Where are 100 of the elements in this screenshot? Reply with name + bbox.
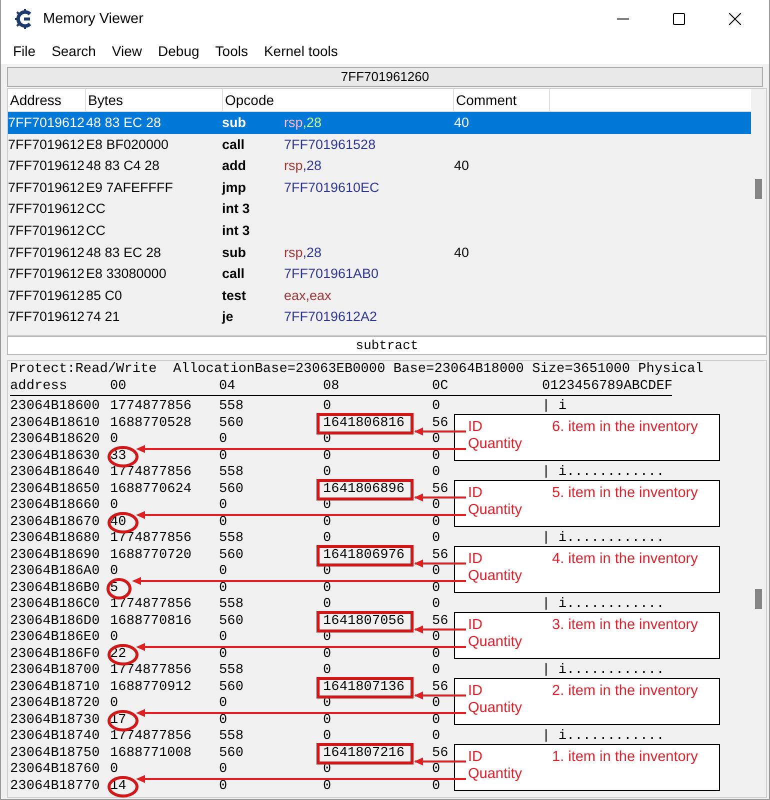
hex-value: 56 bbox=[432, 680, 448, 694]
hex-address: 23064B18650 bbox=[10, 482, 101, 498]
menu-item[interactable]: Kernel tools bbox=[256, 41, 346, 61]
hex-address: 23064B18610 bbox=[10, 416, 101, 432]
instruction-row[interactable]: 7FF7019612CC int 3 bbox=[8, 198, 751, 220]
hex-value: 0 bbox=[219, 646, 228, 662]
hex-address: 23064B186F0 bbox=[10, 646, 101, 663]
hex-value: 56 bbox=[432, 416, 448, 430]
bytes-cell-text: E9 7AFEFFFF bbox=[86, 178, 174, 197]
hex-value: 1774877856 bbox=[110, 399, 192, 414]
column-header[interactable]: Bytes bbox=[86, 89, 223, 111]
ascii-text: | i bbox=[542, 399, 568, 416]
bytes-cell-text: 85 C0 bbox=[86, 286, 124, 305]
hex-address: 23064B18630 bbox=[10, 448, 101, 465]
callout-title: 4. item in the inventory bbox=[552, 550, 699, 568]
hex-value: 0 bbox=[432, 712, 440, 728]
column-header[interactable]: Address bbox=[8, 89, 86, 111]
instruction-row[interactable]: 7FF701961274 21 je 7FF7019612A2 bbox=[8, 306, 751, 328]
ascii-text: | i............ bbox=[542, 465, 666, 482]
instruction-row[interactable]: 7FF701961248 83 EC 28 sub rsp,28 40 bbox=[8, 112, 751, 134]
column-header[interactable]: Comment bbox=[454, 89, 550, 111]
operand-cell: rsp,28 bbox=[284, 158, 322, 174]
hex-address: 23064B186E0 bbox=[10, 630, 101, 646]
instruction-row[interactable]: 7FF7019612 E8 BF020000 call 7FF701961528 bbox=[8, 134, 751, 156]
hex-address: 23064B18600 bbox=[10, 399, 101, 416]
menu-item[interactable]: File bbox=[5, 41, 44, 61]
id-label: ID bbox=[468, 418, 484, 436]
operand-cell: 7FF7019610EC bbox=[284, 180, 380, 195]
hex-value: 0 bbox=[110, 630, 118, 645]
address-cell-text: 7FF7019612 bbox=[8, 200, 86, 218]
opcode-cell-text: call bbox=[222, 136, 246, 154]
bytes-cell-text: 48 83 EC 28 bbox=[86, 114, 162, 132]
hex-address: 23064B186C0 bbox=[10, 597, 101, 614]
hex-value: 1774877856 bbox=[110, 465, 192, 480]
operand-cell: 7FF7019612A2 bbox=[284, 309, 378, 324]
hex-value: 0 bbox=[219, 448, 228, 464]
opcode-cell-text: sub bbox=[222, 114, 248, 132]
region-info: Protect:Read/Write AllocationBase=23063EB0000 Base=23064B18000 Size=3651000 Physical bbox=[10, 361, 704, 378]
hex-value: 1688771008 bbox=[110, 746, 192, 760]
hex-value: 0 bbox=[432, 663, 440, 678]
callout-title: 6. item in the inventory bbox=[552, 418, 699, 436]
hex-value: 1688770816 bbox=[110, 614, 192, 628]
hex-value: 1641807136 bbox=[323, 680, 405, 694]
maximize-icon[interactable] bbox=[673, 13, 685, 25]
hex-value: 0 bbox=[432, 498, 440, 513]
instruction-row[interactable]: 7FF7019612CC int 3 bbox=[8, 220, 751, 242]
hex-value: 1641806896 bbox=[323, 482, 405, 496]
instruction-row[interactable]: 7FF7019612 E8 33080000 call 7FF701961AB0 bbox=[8, 263, 751, 285]
hex-value: 0 bbox=[432, 465, 440, 480]
menu-item[interactable]: Tools bbox=[207, 41, 256, 61]
column-header[interactable]: Opcode bbox=[223, 89, 454, 111]
hex-value: 0 bbox=[110, 762, 118, 777]
bytes-cell-text: E8 33080000 bbox=[86, 265, 168, 284]
hex-address: 23064B186A0 bbox=[10, 564, 101, 580]
hex-address: 23064B18710 bbox=[10, 680, 101, 696]
hex-value: 0 bbox=[432, 696, 440, 711]
address-field[interactable]: 7FF701961260 bbox=[7, 67, 763, 87]
menu-item[interactable]: View bbox=[104, 41, 150, 61]
hex-value: 56 bbox=[432, 614, 448, 628]
opcode-cell-text: test bbox=[222, 286, 248, 305]
instruction-row[interactable]: 7FF701961248 83 EC 28 sub rsp,28 40 bbox=[8, 242, 751, 264]
hex-value: 560 bbox=[219, 416, 244, 430]
opcode-cell-text: int 3 bbox=[222, 200, 251, 218]
opcode-cell-text: call bbox=[222, 265, 246, 284]
quantity-label: Quantity bbox=[468, 568, 523, 584]
hex-value: 0 bbox=[323, 580, 332, 596]
menu-item[interactable]: Search bbox=[44, 41, 104, 61]
ascii-text: | i............ bbox=[542, 531, 666, 548]
hex-value: 0 bbox=[432, 778, 440, 794]
operand-cell: 7FF701961528 bbox=[284, 136, 376, 152]
hex-value: 560 bbox=[219, 614, 244, 628]
hex-value: 1641807216 bbox=[323, 746, 405, 760]
hex-value: 0 bbox=[219, 762, 228, 777]
ascii-text: | i............ bbox=[542, 729, 666, 746]
hex-value: 1774877856 bbox=[110, 597, 192, 612]
hex-address: 23064B18660 bbox=[10, 498, 101, 514]
hex-address: 23064B18730 bbox=[10, 712, 101, 729]
hex-value: 0 bbox=[323, 729, 332, 744]
comment-cell-text: 40 bbox=[454, 157, 470, 176]
close-icon[interactable] bbox=[729, 13, 741, 25]
quantity-label: Quantity bbox=[468, 766, 523, 782]
hex-value: 0 bbox=[219, 778, 228, 794]
instruction-row[interactable]: 7FF7019612 E9 7AFEFFFF jmp 7FF7019610EC bbox=[8, 176, 751, 198]
instruction-row[interactable]: 7FF701961285 C0 test eax,eax bbox=[8, 284, 751, 306]
hex-value: 1774877856 bbox=[110, 729, 192, 744]
id-label: ID bbox=[468, 682, 484, 700]
bytes-cell-text: 48 83 C4 28 bbox=[86, 157, 161, 176]
quantity-label: Quantity bbox=[468, 634, 523, 650]
hex-address: 23064B18720 bbox=[10, 696, 101, 712]
bytes-cell-text: CC bbox=[86, 200, 106, 218]
id-label: ID bbox=[468, 748, 484, 766]
hex-value: 560 bbox=[219, 746, 244, 760]
hex-value: 0 bbox=[432, 597, 440, 612]
operand-cell: rsp,28 bbox=[284, 115, 322, 130]
hex-value: 0 bbox=[323, 514, 332, 530]
column-header: 04 bbox=[219, 378, 236, 395]
instruction-row[interactable]: 7FF701961248 83 C4 28 add rsp,28 40 bbox=[8, 155, 751, 177]
hex-value: 558 bbox=[219, 597, 244, 612]
menu-item[interactable]: Debug bbox=[150, 41, 208, 61]
column-header: 08 bbox=[323, 378, 340, 395]
